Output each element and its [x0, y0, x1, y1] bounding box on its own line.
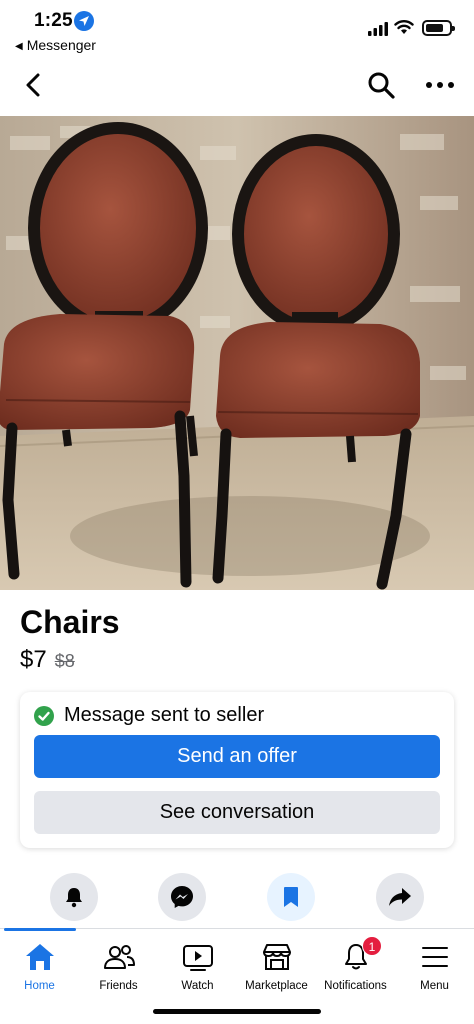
- back-to-app[interactable]: ◀ Messenger: [15, 37, 96, 53]
- see-conversation-button[interactable]: See conversation: [34, 791, 440, 834]
- home-icon: [25, 944, 54, 970]
- listing-title: Chairs: [20, 604, 120, 640]
- bookmark-icon: [284, 887, 298, 907]
- save-button[interactable]: [267, 873, 315, 921]
- signal-icon: [368, 22, 388, 36]
- tab-label: Marketplace: [245, 980, 308, 992]
- original-price: $8: [54, 651, 75, 671]
- tab-home[interactable]: Home: [0, 929, 79, 999]
- notification-badge: 1: [362, 936, 382, 956]
- status-time: 1:25: [34, 10, 73, 31]
- check-circle-icon: [34, 705, 54, 726]
- battery-icon: [422, 20, 455, 36]
- search-icon[interactable]: [366, 70, 396, 100]
- more-horizontal-icon[interactable]: [424, 70, 456, 100]
- tab-marketplace[interactable]: Marketplace: [237, 929, 316, 999]
- message-seller-button[interactable]: [158, 873, 206, 921]
- back-triangle-icon: ◀: [15, 41, 23, 52]
- friends-icon: [103, 945, 135, 969]
- home-indicator: [153, 1009, 321, 1014]
- tab-label: Menu: [420, 980, 449, 992]
- menu-icon: [421, 947, 448, 967]
- listing-photo[interactable]: [0, 116, 474, 590]
- tab-label: Friends: [99, 980, 138, 992]
- nav-header: [0, 62, 474, 108]
- price-row: $7 $8: [20, 646, 75, 674]
- marketplace-icon: [262, 944, 291, 970]
- tab-label: Home: [24, 980, 55, 992]
- wifi-icon: [394, 20, 414, 34]
- messenger-icon: [171, 886, 193, 908]
- message-sent-status: Message sent to seller: [34, 704, 264, 727]
- listing-actions: [0, 873, 474, 923]
- notify-button[interactable]: [50, 873, 98, 921]
- location-icon: [74, 11, 94, 31]
- message-card: Message sent to seller Send an offer See…: [20, 692, 454, 848]
- tab-notifications[interactable]: 1 Notifications: [316, 929, 395, 999]
- tab-label: Notifications: [324, 980, 387, 992]
- tab-friends[interactable]: Friends: [79, 929, 158, 999]
- back-app-label: Messenger: [26, 37, 96, 53]
- listing-price: $7: [20, 646, 47, 673]
- tab-bar: Home Friends Watch Marketplace 1 Notific…: [0, 928, 474, 1000]
- tab-label: Watch: [181, 980, 214, 992]
- message-sent-text: Message sent to seller: [64, 704, 265, 726]
- chevron-left-icon[interactable]: [20, 70, 48, 100]
- share-button[interactable]: [376, 873, 424, 921]
- share-icon: [389, 888, 411, 906]
- status-bar: 1:25 ◀ Messenger: [0, 0, 474, 58]
- tab-menu[interactable]: Menu: [395, 929, 474, 999]
- bell-icon: [66, 888, 82, 908]
- send-offer-button[interactable]: Send an offer: [34, 735, 440, 778]
- tab-watch[interactable]: Watch: [158, 929, 237, 999]
- watch-icon: [182, 945, 213, 971]
